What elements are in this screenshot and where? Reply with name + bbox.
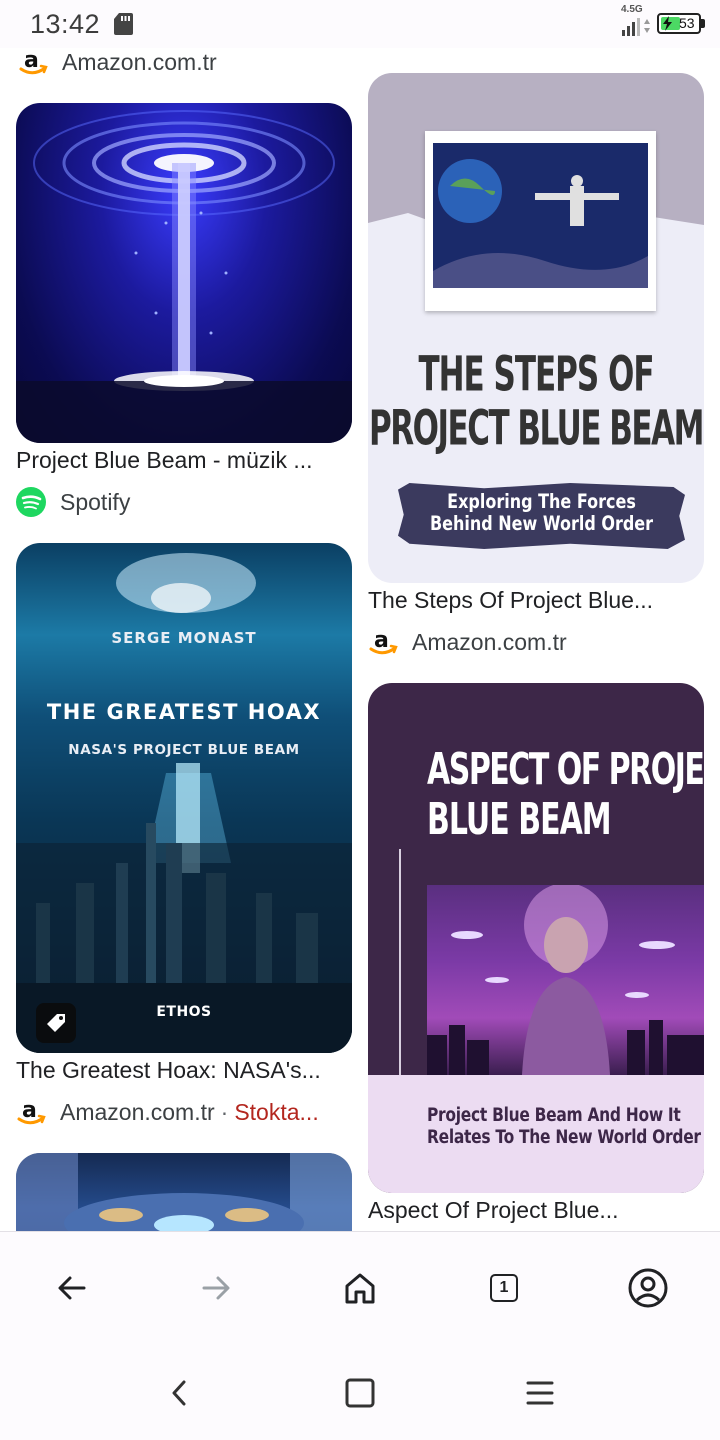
system-home-button[interactable] <box>338 1371 382 1415</box>
source-name: Amazon.com.tr <box>60 1098 215 1125</box>
ufo-artwork <box>16 1153 352 1231</box>
cover-banner-line-1: Exploring The Forces <box>447 490 636 513</box>
status-time: 13:42 <box>30 9 101 39</box>
cover-author: SERGE MONAST <box>111 629 257 647</box>
aspect-artwork <box>427 883 704 1075</box>
amazon-logo-icon: a <box>19 48 48 75</box>
result-thumbnail-steps-of-project-blue-beam[interactable]: THE STEPS OF PROJECT BLUE BEAM Exploring… <box>368 73 704 583</box>
cover-subtitle: NASA'S PROJECT BLUE BEAM <box>68 742 300 758</box>
source-name: Spotify <box>60 488 131 515</box>
stock-status: Stokta... <box>234 1098 319 1125</box>
forward-arrow-icon <box>202 1276 230 1300</box>
sd-card-icon <box>114 13 133 35</box>
cover-footer-line-2: Relates To The New World Order <box>427 1126 701 1148</box>
result-source[interactable]: Spotify <box>16 484 130 520</box>
svg-text:a: a <box>24 48 39 73</box>
amazon-logo-icon: a <box>17 1098 46 1125</box>
result-title[interactable]: Project Blue Beam - müzik ... <box>16 447 352 474</box>
source-separator: · <box>220 1098 229 1125</box>
result-thumbnail-partial[interactable] <box>16 1153 352 1231</box>
battery-level: 53 <box>679 15 695 31</box>
cover-title-line-2: PROJECT BLUE BEAM <box>369 401 704 457</box>
system-menu-button[interactable] <box>518 1371 562 1415</box>
cover-photo <box>425 131 656 311</box>
account-icon <box>628 1268 668 1308</box>
beam-artwork <box>16 110 352 443</box>
system-back-button[interactable] <box>158 1371 202 1415</box>
result-thumbnail-greatest-hoax[interactable]: SERGE MONAST THE GREATEST HOAX NASA'S PR… <box>16 543 352 1053</box>
result-source[interactable]: a Amazon.com.tr <box>368 624 567 660</box>
result-title[interactable]: The Greatest Hoax: NASA's... <box>16 1057 352 1084</box>
cover-title-line-1: THE STEPS OF <box>418 347 654 403</box>
system-menu-icon <box>526 1381 554 1405</box>
amazon-logo-icon: a <box>369 628 398 655</box>
result-title[interactable]: Aspect Of Project Blue... <box>368 1197 704 1224</box>
price-tag-icon <box>36 1003 76 1043</box>
system-navigation-bar <box>0 1343 720 1440</box>
status-bar: 13:42 4.5G 53 <box>0 0 720 48</box>
spotify-logo-icon <box>16 487 46 517</box>
cover-banner-line-2: Behind New World Order <box>429 512 654 535</box>
home-button[interactable] <box>336 1264 384 1312</box>
cover-artwork <box>427 883 704 1075</box>
battery-charging-icon: 53 <box>657 13 701 34</box>
cover-title: THE GREATEST HOAX <box>46 700 322 724</box>
system-back-icon <box>172 1380 186 1406</box>
forward-button[interactable] <box>192 1264 240 1312</box>
system-home-icon <box>345 1378 375 1408</box>
battery-cap <box>701 19 705 28</box>
tab-switcher-button[interactable]: 1 <box>480 1264 528 1312</box>
source-name: Amazon.com.tr <box>412 628 567 655</box>
hoax-artwork <box>16 553 352 1053</box>
svg-text:a: a <box>374 628 389 653</box>
cover-footer-line-1: Project Blue Beam And How It <box>427 1104 681 1126</box>
network-type-label: 4.5G <box>621 4 643 15</box>
result-thumbnail-aspect-of-project-blue-beam[interactable]: ASPECT OF PROJECT BLUE BEAM Project Blue <box>368 683 704 1193</box>
steps-photo-artwork <box>433 143 648 288</box>
back-button[interactable] <box>48 1264 96 1312</box>
tab-count: 1 <box>490 1274 518 1302</box>
signal-icon <box>622 18 650 36</box>
source-name: Amazon.com.tr <box>62 48 217 75</box>
image-results-grid: a Amazon.com.tr Project Blue Beam - müzi… <box>0 48 720 1231</box>
home-icon <box>345 1273 375 1304</box>
charging-bolt-icon <box>663 16 672 31</box>
result-title[interactable]: The Steps Of Project Blue... <box>368 587 704 614</box>
cover-title-line-1: ASPECT OF PROJECT <box>427 745 704 796</box>
top-result-source[interactable]: a Amazon.com.tr <box>18 48 217 80</box>
back-arrow-icon <box>58 1276 86 1300</box>
browser-toolbar: 1 <box>0 1231 720 1343</box>
svg-text:a: a <box>22 1098 37 1123</box>
account-button[interactable] <box>624 1264 672 1312</box>
result-source[interactable]: a Amazon.com.tr · Stokta... <box>16 1094 352 1130</box>
result-thumbnail-blue-beam-music[interactable] <box>16 103 352 443</box>
cover-title-line-2: BLUE BEAM <box>427 795 612 846</box>
